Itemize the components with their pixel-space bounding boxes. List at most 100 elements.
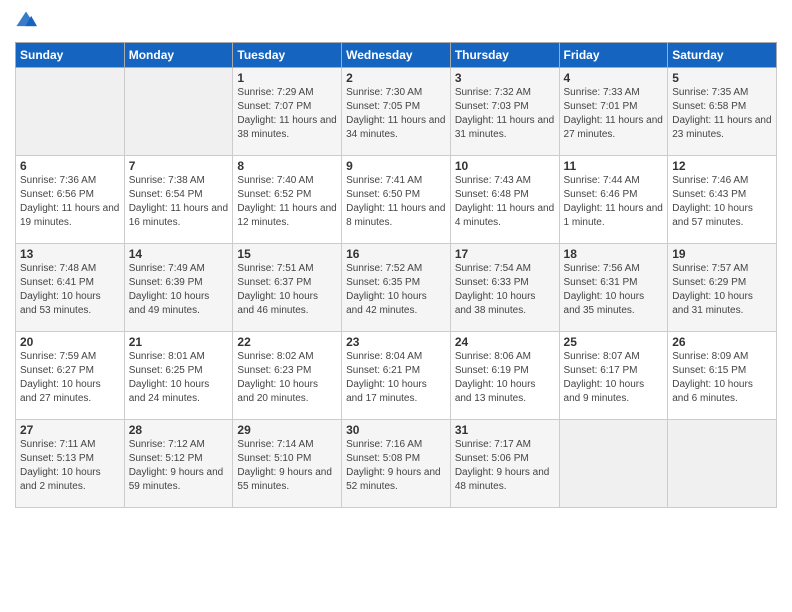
calendar-cell: 14Sunrise: 7:49 AMSunset: 6:39 PMDayligh… [124, 244, 233, 332]
day-info: Sunrise: 7:33 AMSunset: 7:01 PMDaylight:… [564, 86, 664, 142]
day-info: Sunrise: 7:30 AMSunset: 7:05 PMDaylight:… [346, 86, 446, 142]
calendar-cell: 24Sunrise: 8:06 AMSunset: 6:19 PMDayligh… [450, 332, 559, 420]
calendar-cell: 22Sunrise: 8:02 AMSunset: 6:23 PMDayligh… [233, 332, 342, 420]
calendar-week-row: 27Sunrise: 7:11 AMSunset: 5:13 PMDayligh… [16, 420, 777, 508]
weekday-header: Tuesday [233, 43, 342, 68]
calendar-cell: 4Sunrise: 7:33 AMSunset: 7:01 PMDaylight… [559, 68, 668, 156]
calendar-cell: 30Sunrise: 7:16 AMSunset: 5:08 PMDayligh… [342, 420, 451, 508]
day-number: 16 [346, 247, 446, 261]
calendar-cell: 13Sunrise: 7:48 AMSunset: 6:41 PMDayligh… [16, 244, 125, 332]
day-info: Sunrise: 7:59 AMSunset: 6:27 PMDaylight:… [20, 350, 120, 406]
day-info: Sunrise: 7:57 AMSunset: 6:29 PMDaylight:… [672, 262, 772, 318]
day-number: 9 [346, 159, 446, 173]
day-number: 28 [129, 423, 229, 437]
day-info: Sunrise: 7:11 AMSunset: 5:13 PMDaylight:… [20, 438, 120, 494]
day-number: 12 [672, 159, 772, 173]
day-info: Sunrise: 7:35 AMSunset: 6:58 PMDaylight:… [672, 86, 772, 142]
calendar-cell: 20Sunrise: 7:59 AMSunset: 6:27 PMDayligh… [16, 332, 125, 420]
calendar-cell: 8Sunrise: 7:40 AMSunset: 6:52 PMDaylight… [233, 156, 342, 244]
calendar-cell: 28Sunrise: 7:12 AMSunset: 5:12 PMDayligh… [124, 420, 233, 508]
day-info: Sunrise: 8:06 AMSunset: 6:19 PMDaylight:… [455, 350, 555, 406]
day-info: Sunrise: 7:46 AMSunset: 6:43 PMDaylight:… [672, 174, 772, 230]
calendar-cell: 11Sunrise: 7:44 AMSunset: 6:46 PMDayligh… [559, 156, 668, 244]
day-info: Sunrise: 7:17 AMSunset: 5:06 PMDaylight:… [455, 438, 555, 494]
day-number: 6 [20, 159, 120, 173]
weekday-header: Friday [559, 43, 668, 68]
day-number: 22 [237, 335, 337, 349]
day-info: Sunrise: 7:38 AMSunset: 6:54 PMDaylight:… [129, 174, 229, 230]
calendar-cell: 9Sunrise: 7:41 AMSunset: 6:50 PMDaylight… [342, 156, 451, 244]
weekday-header: Sunday [16, 43, 125, 68]
day-info: Sunrise: 8:09 AMSunset: 6:15 PMDaylight:… [672, 350, 772, 406]
weekday-header: Saturday [668, 43, 777, 68]
day-info: Sunrise: 7:29 AMSunset: 7:07 PMDaylight:… [237, 86, 337, 142]
calendar-cell: 2Sunrise: 7:30 AMSunset: 7:05 PMDaylight… [342, 68, 451, 156]
logo-icon [15, 10, 37, 32]
day-info: Sunrise: 7:56 AMSunset: 6:31 PMDaylight:… [564, 262, 664, 318]
day-number: 5 [672, 71, 772, 85]
day-info: Sunrise: 7:43 AMSunset: 6:48 PMDaylight:… [455, 174, 555, 230]
calendar-cell: 16Sunrise: 7:52 AMSunset: 6:35 PMDayligh… [342, 244, 451, 332]
day-info: Sunrise: 7:36 AMSunset: 6:56 PMDaylight:… [20, 174, 120, 230]
day-number: 2 [346, 71, 446, 85]
day-number: 24 [455, 335, 555, 349]
calendar-cell: 15Sunrise: 7:51 AMSunset: 6:37 PMDayligh… [233, 244, 342, 332]
calendar-cell: 1Sunrise: 7:29 AMSunset: 7:07 PMDaylight… [233, 68, 342, 156]
calendar-table: SundayMondayTuesdayWednesdayThursdayFrid… [15, 42, 777, 508]
weekday-header: Thursday [450, 43, 559, 68]
weekday-header: Monday [124, 43, 233, 68]
calendar-cell: 3Sunrise: 7:32 AMSunset: 7:03 PMDaylight… [450, 68, 559, 156]
day-info: Sunrise: 8:04 AMSunset: 6:21 PMDaylight:… [346, 350, 446, 406]
day-number: 31 [455, 423, 555, 437]
calendar-cell [124, 68, 233, 156]
calendar-cell: 29Sunrise: 7:14 AMSunset: 5:10 PMDayligh… [233, 420, 342, 508]
calendar-cell: 19Sunrise: 7:57 AMSunset: 6:29 PMDayligh… [668, 244, 777, 332]
day-info: Sunrise: 7:16 AMSunset: 5:08 PMDaylight:… [346, 438, 446, 494]
day-number: 20 [20, 335, 120, 349]
day-number: 3 [455, 71, 555, 85]
calendar-cell: 5Sunrise: 7:35 AMSunset: 6:58 PMDaylight… [668, 68, 777, 156]
calendar-cell [559, 420, 668, 508]
day-info: Sunrise: 7:49 AMSunset: 6:39 PMDaylight:… [129, 262, 229, 318]
calendar-week-row: 6Sunrise: 7:36 AMSunset: 6:56 PMDaylight… [16, 156, 777, 244]
calendar-cell: 27Sunrise: 7:11 AMSunset: 5:13 PMDayligh… [16, 420, 125, 508]
day-info: Sunrise: 7:14 AMSunset: 5:10 PMDaylight:… [237, 438, 337, 494]
calendar-cell: 25Sunrise: 8:07 AMSunset: 6:17 PMDayligh… [559, 332, 668, 420]
day-number: 26 [672, 335, 772, 349]
weekday-header: Wednesday [342, 43, 451, 68]
calendar-cell: 6Sunrise: 7:36 AMSunset: 6:56 PMDaylight… [16, 156, 125, 244]
day-number: 15 [237, 247, 337, 261]
day-number: 1 [237, 71, 337, 85]
calendar-cell: 17Sunrise: 7:54 AMSunset: 6:33 PMDayligh… [450, 244, 559, 332]
calendar-cell: 26Sunrise: 8:09 AMSunset: 6:15 PMDayligh… [668, 332, 777, 420]
day-info: Sunrise: 7:12 AMSunset: 5:12 PMDaylight:… [129, 438, 229, 494]
calendar-cell [668, 420, 777, 508]
day-number: 30 [346, 423, 446, 437]
calendar-cell: 10Sunrise: 7:43 AMSunset: 6:48 PMDayligh… [450, 156, 559, 244]
calendar-cell: 7Sunrise: 7:38 AMSunset: 6:54 PMDaylight… [124, 156, 233, 244]
day-number: 4 [564, 71, 664, 85]
day-info: Sunrise: 7:48 AMSunset: 6:41 PMDaylight:… [20, 262, 120, 318]
day-number: 19 [672, 247, 772, 261]
day-number: 18 [564, 247, 664, 261]
day-info: Sunrise: 7:54 AMSunset: 6:33 PMDaylight:… [455, 262, 555, 318]
day-info: Sunrise: 8:02 AMSunset: 6:23 PMDaylight:… [237, 350, 337, 406]
logo [15, 10, 41, 32]
day-number: 21 [129, 335, 229, 349]
day-number: 10 [455, 159, 555, 173]
calendar-week-row: 13Sunrise: 7:48 AMSunset: 6:41 PMDayligh… [16, 244, 777, 332]
day-info: Sunrise: 7:51 AMSunset: 6:37 PMDaylight:… [237, 262, 337, 318]
header-row: SundayMondayTuesdayWednesdayThursdayFrid… [16, 43, 777, 68]
calendar-cell: 18Sunrise: 7:56 AMSunset: 6:31 PMDayligh… [559, 244, 668, 332]
day-number: 11 [564, 159, 664, 173]
header [15, 10, 777, 32]
day-info: Sunrise: 7:44 AMSunset: 6:46 PMDaylight:… [564, 174, 664, 230]
calendar-cell: 23Sunrise: 8:04 AMSunset: 6:21 PMDayligh… [342, 332, 451, 420]
day-info: Sunrise: 7:41 AMSunset: 6:50 PMDaylight:… [346, 174, 446, 230]
day-info: Sunrise: 8:01 AMSunset: 6:25 PMDaylight:… [129, 350, 229, 406]
day-info: Sunrise: 7:40 AMSunset: 6:52 PMDaylight:… [237, 174, 337, 230]
day-number: 25 [564, 335, 664, 349]
day-number: 7 [129, 159, 229, 173]
day-number: 29 [237, 423, 337, 437]
day-number: 14 [129, 247, 229, 261]
